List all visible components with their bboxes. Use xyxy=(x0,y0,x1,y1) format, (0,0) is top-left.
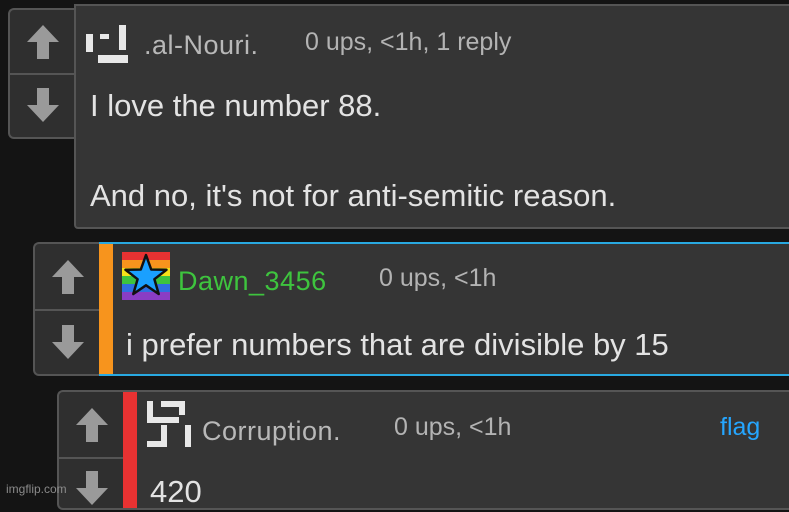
up-arrow-icon xyxy=(27,24,59,59)
vote-column xyxy=(57,390,125,510)
comment-meta: 0 ups, <1h xyxy=(394,413,512,441)
comment-panel: Dawn_3456 0 ups, <1h i prefer numbers th… xyxy=(99,242,789,376)
down-arrow-icon xyxy=(76,471,108,505)
reply-stripe xyxy=(123,392,137,508)
username[interactable]: .al-Nouri. xyxy=(144,30,259,61)
down-arrow-icon xyxy=(52,324,84,359)
user-avatar xyxy=(86,25,128,63)
username[interactable]: Dawn_3456 xyxy=(178,266,327,297)
down-arrow-icon xyxy=(27,88,59,122)
comment-body-line: And no, it's not for anti-semitic reason… xyxy=(90,178,617,213)
comment-meta: 0 ups, <1h, 1 reply xyxy=(305,28,512,56)
downvote-button[interactable] xyxy=(10,73,76,137)
rainbow-star-avatar-icon xyxy=(122,252,170,300)
comment-meta: 0 ups, <1h xyxy=(379,264,497,292)
comment-body-line: i prefer numbers that are divisible by 1… xyxy=(126,327,669,362)
flag-link[interactable]: flag xyxy=(720,413,760,442)
username[interactable]: Corruption. xyxy=(202,416,341,447)
vote-column xyxy=(8,8,76,139)
upvote-button[interactable] xyxy=(10,10,76,75)
comment-body-line: 420 xyxy=(150,474,202,509)
watermark: imgflip.com xyxy=(6,482,67,496)
comment-body-line: I love the number 88. xyxy=(90,88,382,123)
comment-panel: .al-Nouri. 0 ups, <1h, 1 reply I love th… xyxy=(74,4,789,229)
up-arrow-icon xyxy=(52,259,84,294)
up-arrow-icon xyxy=(76,407,108,442)
downvote-button[interactable] xyxy=(35,309,101,374)
vote-column xyxy=(33,242,101,376)
reply-stripe xyxy=(99,244,113,374)
upvote-button[interactable] xyxy=(59,392,125,459)
downvote-button[interactable] xyxy=(59,459,125,512)
user-avatar xyxy=(147,401,191,447)
comment-panel: Corruption. 0 ups, <1h flag 420 xyxy=(123,390,789,510)
upvote-button[interactable] xyxy=(35,244,101,311)
